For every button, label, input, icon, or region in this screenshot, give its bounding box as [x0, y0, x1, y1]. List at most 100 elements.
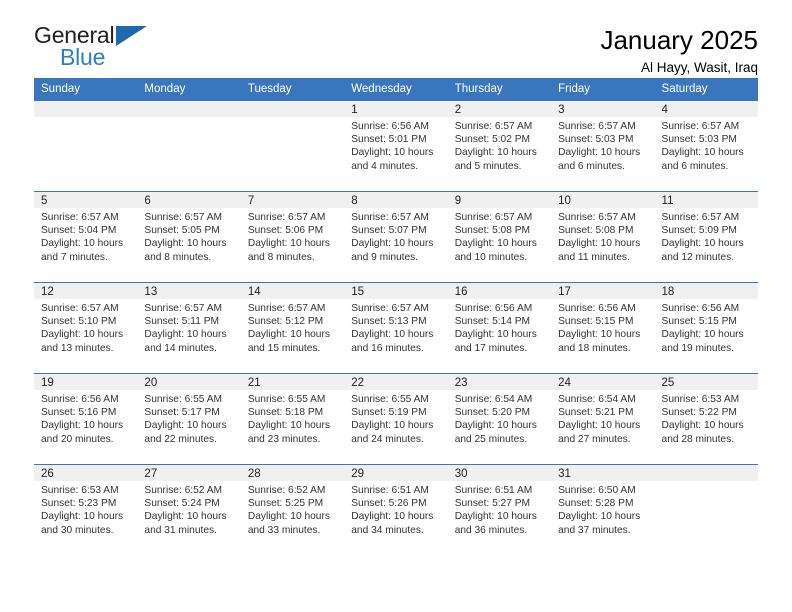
calendar-day-cell[interactable]: 31 Sunrise: 6:50 AM Sunset: 5:28 PM Dayligh… — [551, 464, 655, 555]
day-sun-info: Sunrise: 6:57 AM Sunset: 5:09 PM Daylight:… — [655, 208, 758, 264]
calendar-day-cell[interactable]: 5 Sunrise: 6:57 AM Sunset: 5:04 PM Daylight… — [34, 191, 138, 283]
day-number: 22 — [344, 374, 448, 390]
day-sun-info: Sunrise: 6:57 AM Sunset: 5:12 PM Daylight:… — [241, 299, 344, 355]
calendar-day-cell[interactable]: 13 Sunrise: 6:57 AM Sunset: 5:11 PM Dayligh… — [137, 282, 241, 374]
day-sun-info: Sunrise: 6:57 AM Sunset: 5:05 PM Daylight:… — [137, 208, 240, 264]
calendar-week-row: 5 Sunrise: 6:57 AM Sunset: 5:04 PM Daylight… — [34, 191, 758, 283]
calendar-day-cell[interactable]: 30 Sunrise: 6:51 AM Sunset: 5:27 PM Dayligh… — [447, 464, 552, 555]
day-number: 27 — [137, 465, 241, 481]
sunset-text: Sunset: 5:18 PM — [247, 407, 324, 419]
calendar-grid: Sunday Monday Tuesday Wednesday Thursday Frid… — [34, 78, 758, 555]
calendar-day-cell[interactable]: 16 Sunrise: 6:56 AM Sunset: 5:14 PM Dayligh… — [447, 282, 552, 374]
general-blue-logo[interactable]: General Blue — [34, 24, 164, 72]
calendar-body: 1 Sunrise: 6:56 AM Sunset: 5:01 PM Daylight… — [34, 100, 758, 555]
day-sun-info: Sunrise: 6:56 AM Sunset: 5:01 PM Daylight:… — [344, 117, 447, 173]
day-number: 2 — [447, 101, 552, 117]
sunset-text: Sunset: 5:15 PM — [661, 316, 737, 328]
sunset-text: Sunset: 5:16 PM — [41, 407, 117, 419]
sunset-text: Sunset: 5:06 PM — [247, 225, 324, 237]
calendar-day-cell[interactable]: 1 Sunrise: 6:56 AM Sunset: 5:01 PM Daylight… — [344, 100, 448, 192]
daylight-text-cont: and 6 minutes. — [661, 160, 729, 172]
calendar-day-cell[interactable]: 8 Sunrise: 6:57 AM Sunset: 5:07 PM Daylight… — [344, 191, 448, 283]
calendar-day-cell-empty — [240, 100, 345, 192]
sunrise-text: Sunrise: 6:57 AM — [41, 212, 119, 223]
day-sun-info: Sunrise: 6:50 AM Sunset: 5:28 PM Daylight:… — [551, 481, 654, 537]
daylight-text-cont: and 36 minutes. — [454, 524, 528, 536]
day-sun-info: Sunrise: 6:57 AM Sunset: 5:10 PM Daylight:… — [34, 299, 137, 355]
daylight-text-cont: and 37 minutes. — [558, 524, 631, 536]
calendar-day-cell[interactable]: 22 Sunrise: 6:55 AM Sunset: 5:19 PM Dayligh… — [344, 373, 448, 465]
daylight-text: Daylight: 10 hours — [144, 511, 227, 523]
daylight-text: Daylight: 10 hours — [144, 329, 227, 341]
calendar-page: General Blue January 2025 Al Hayy, Wasit… — [0, 0, 792, 612]
sunset-text: Sunset: 5:11 PM — [144, 316, 219, 328]
sunset-text: Sunset: 5:19 PM — [351, 407, 427, 419]
weekday-header-wednesday: Wednesday — [344, 78, 448, 101]
calendar-day-cell[interactable]: 23 Sunrise: 6:54 AM Sunset: 5:20 PM Dayligh… — [447, 373, 552, 465]
sunrise-text: Sunrise: 6:54 AM — [454, 394, 533, 405]
calendar-day-cell[interactable]: 7 Sunrise: 6:57 AM Sunset: 5:06 PM Daylight… — [240, 191, 345, 283]
calendar-day-cell-empty — [654, 464, 758, 555]
daylight-text: Daylight: 10 hours — [144, 238, 227, 250]
daylight-text: Daylight: 10 hours — [41, 511, 124, 523]
daylight-text: Daylight: 10 hours — [351, 238, 434, 250]
sunset-text: Sunset: 5:09 PM — [661, 225, 737, 237]
daylight-text: Daylight: 10 hours — [351, 420, 434, 432]
weekday-header-thursday: Thursday — [447, 78, 552, 101]
calendar-day-cell[interactable]: 3 Sunrise: 6:57 AM Sunset: 5:03 PM Daylight… — [551, 100, 655, 192]
sunrise-text: Sunrise: 6:57 AM — [247, 303, 326, 314]
day-sun-info: Sunrise: 6:56 AM Sunset: 5:16 PM Daylight:… — [34, 390, 137, 446]
day-number: 31 — [551, 465, 655, 481]
daylight-text: Daylight: 10 hours — [558, 329, 641, 341]
calendar-day-cell[interactable]: 9 Sunrise: 6:57 AM Sunset: 5:08 PM Daylight… — [447, 191, 552, 283]
sunset-text: Sunset: 5:05 PM — [144, 225, 220, 237]
calendar-day-cell[interactable]: 29 Sunrise: 6:51 AM Sunset: 5:26 PM Dayligh… — [344, 464, 448, 555]
sunset-text: Sunset: 5:01 PM — [351, 134, 427, 146]
day-number: 30 — [447, 465, 552, 481]
daylight-text-cont: and 17 minutes. — [454, 342, 528, 354]
daylight-text: Daylight: 10 hours — [661, 420, 744, 432]
day-number: 21 — [240, 374, 345, 390]
calendar-day-cell[interactable]: 4 Sunrise: 6:57 AM Sunset: 5:03 PM Daylight… — [654, 100, 758, 192]
calendar-day-cell[interactable]: 21 Sunrise: 6:55 AM Sunset: 5:18 PM Dayligh… — [240, 373, 345, 465]
daylight-text: Daylight: 10 hours — [41, 329, 124, 341]
daylight-text-cont: and 28 minutes. — [661, 433, 735, 445]
calendar-day-cell[interactable]: 19 Sunrise: 6:56 AM Sunset: 5:16 PM Dayligh… — [34, 373, 138, 465]
calendar-day-cell[interactable]: 27 Sunrise: 6:52 AM Sunset: 5:24 PM Dayligh… — [137, 464, 241, 555]
calendar-day-cell[interactable]: 20 Sunrise: 6:55 AM Sunset: 5:17 PM Dayligh… — [137, 373, 241, 465]
calendar-day-cell[interactable]: 10 Sunrise: 6:57 AM Sunset: 5:08 PM Dayligh… — [551, 191, 655, 283]
calendar-day-cell[interactable]: 24 Sunrise: 6:54 AM Sunset: 5:21 PM Dayligh… — [551, 373, 655, 465]
calendar-day-cell[interactable]: 2 Sunrise: 6:57 AM Sunset: 5:02 PM Daylight… — [447, 100, 552, 192]
daylight-text: Daylight: 10 hours — [558, 147, 641, 159]
calendar-day-cell[interactable]: 28 Sunrise: 6:52 AM Sunset: 5:25 PM Dayligh… — [240, 464, 345, 555]
daylight-text-cont: and 8 minutes. — [247, 251, 315, 263]
daylight-text: Daylight: 10 hours — [661, 238, 744, 250]
sunrise-text: Sunrise: 6:55 AM — [247, 394, 326, 405]
calendar-day-cell[interactable]: 15 Sunrise: 6:57 AM Sunset: 5:13 PM Dayligh… — [344, 282, 448, 374]
day-number: 15 — [344, 283, 448, 299]
day-number: 24 — [551, 374, 655, 390]
daylight-text-cont: and 7 minutes. — [41, 251, 108, 263]
calendar-day-cell[interactable]: 25 Sunrise: 6:53 AM Sunset: 5:22 PM Dayligh… — [654, 373, 758, 465]
daylight-text-cont: and 11 minutes. — [558, 251, 630, 263]
calendar-week-row: 1 Sunrise: 6:56 AM Sunset: 5:01 PM Daylight… — [34, 100, 758, 192]
calendar-day-cell[interactable]: 18 Sunrise: 6:56 AM Sunset: 5:15 PM Dayligh… — [654, 282, 758, 374]
calendar-day-cell[interactable]: 26 Sunrise: 6:53 AM Sunset: 5:23 PM Dayligh… — [34, 464, 138, 555]
sunset-text: Sunset: 5:08 PM — [454, 225, 531, 237]
daylight-text: Daylight: 10 hours — [247, 238, 330, 250]
calendar-day-cell[interactable]: 17 Sunrise: 6:56 AM Sunset: 5:15 PM Dayligh… — [551, 282, 655, 374]
calendar-day-cell[interactable]: 6 Sunrise: 6:57 AM Sunset: 5:05 PM Daylight… — [137, 191, 241, 283]
day-number — [137, 101, 241, 117]
calendar-day-cell[interactable]: 12 Sunrise: 6:57 AM Sunset: 5:10 PM Dayligh… — [34, 282, 138, 374]
calendar-day-cell-empty — [34, 100, 138, 192]
sunrise-text: Sunrise: 6:57 AM — [144, 303, 223, 314]
calendar-day-cell[interactable]: 14 Sunrise: 6:57 AM Sunset: 5:12 PM Dayligh… — [240, 282, 345, 374]
calendar-day-cell[interactable]: 11 Sunrise: 6:57 AM Sunset: 5:09 PM Dayligh… — [654, 191, 758, 283]
daylight-text-cont: and 23 minutes. — [247, 433, 321, 445]
daylight-text: Daylight: 10 hours — [247, 511, 330, 523]
daylight-text-cont: and 22 minutes. — [144, 433, 217, 445]
sunset-text: Sunset: 5:28 PM — [558, 498, 634, 510]
weekday-header-friday: Friday — [551, 78, 655, 101]
day-number: 25 — [654, 374, 758, 390]
sunset-text: Sunset: 5:24 PM — [144, 498, 220, 510]
